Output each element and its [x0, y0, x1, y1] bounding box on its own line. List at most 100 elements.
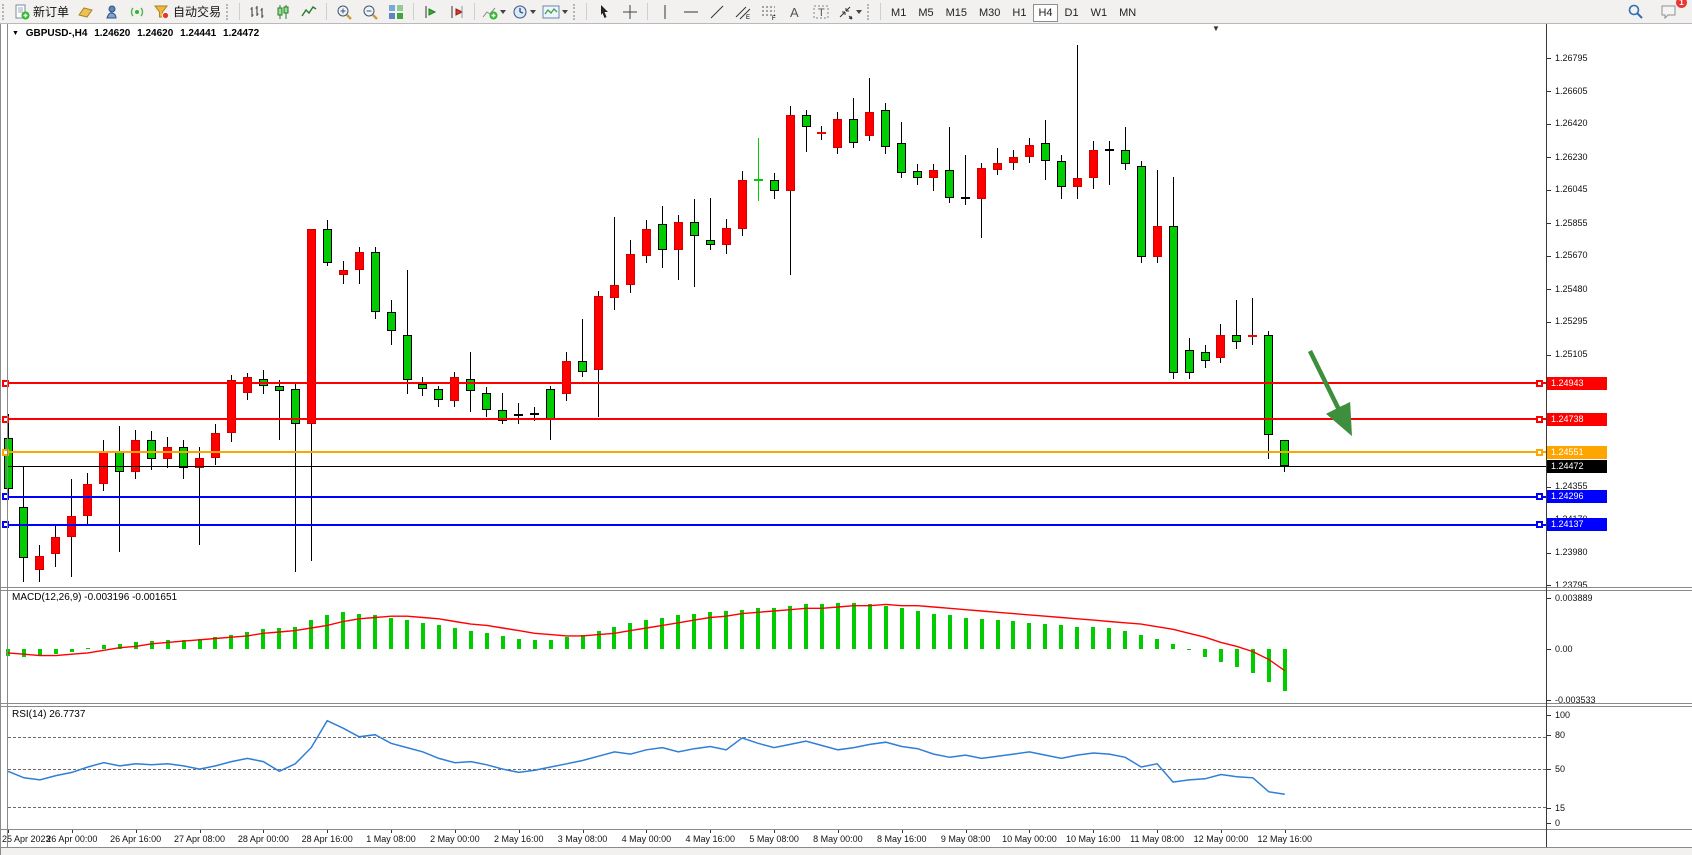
macd-histogram-bar [964, 618, 968, 649]
macd-histogram-bar [996, 620, 1000, 649]
candle-doji [961, 197, 970, 199]
time-tick [391, 830, 392, 833]
text-button[interactable]: A [782, 1, 808, 23]
ohlc-open: 1.24620 [94, 28, 130, 39]
line-anchor-marker[interactable] [1536, 449, 1543, 456]
panel-splitter[interactable] [0, 706, 1692, 707]
toolbar-drag-handle[interactable] [573, 4, 580, 20]
candle-body [706, 240, 715, 245]
candle-body [1280, 440, 1289, 466]
candle-chart-button[interactable] [270, 1, 296, 23]
horizontal-level-line[interactable] [8, 524, 1546, 526]
macd-histogram-bar [1155, 639, 1159, 649]
time-tick [646, 830, 647, 833]
tile-windows-button[interactable] [383, 1, 409, 23]
indicators-button[interactable] [479, 1, 509, 23]
zoom-in-button[interactable] [331, 1, 357, 23]
candle-body [1216, 335, 1225, 358]
candle-doji [1105, 149, 1114, 151]
timeframe-mn[interactable]: MN [1114, 4, 1141, 22]
panel-splitter[interactable] [0, 590, 1692, 591]
zoom-out-button[interactable] [357, 1, 383, 23]
crosshair-button[interactable] [617, 1, 643, 23]
time-tick-label: 26 Apr 00:00 [46, 834, 97, 844]
macd-histogram-bar [1091, 627, 1095, 649]
channel-button[interactable]: E [730, 1, 756, 23]
timeframe-m1[interactable]: M1 [886, 4, 911, 22]
price-axis-line [1546, 24, 1547, 847]
rsi-axis-label: 0 [1555, 818, 1560, 828]
price-tick-label: 1.26230 [1555, 152, 1588, 162]
candle-body [35, 556, 44, 570]
trend-arrow-annotation[interactable] [1310, 351, 1348, 428]
candle-body [674, 222, 683, 250]
auto-trading-button[interactable]: 自动交易 [150, 1, 224, 23]
search-button[interactable] [1622, 1, 1648, 23]
timeframe-m5[interactable]: M5 [913, 4, 938, 22]
candle-body [482, 393, 491, 411]
line-anchor-marker[interactable] [1536, 380, 1543, 387]
chart-left-border [7, 24, 8, 847]
vertical-line-icon [658, 4, 672, 20]
market-watch-button[interactable] [72, 1, 98, 23]
window-left-edge [0, 23, 1, 855]
macd-histogram-bar [341, 612, 345, 649]
time-tick-label: 2 May 16:00 [494, 834, 544, 844]
time-tick [710, 830, 711, 833]
title-dropdown-icon[interactable]: ▼ [12, 30, 19, 37]
panel-splitter[interactable] [0, 587, 1692, 588]
signals-button[interactable] [124, 1, 150, 23]
toolbar-separator [239, 3, 240, 20]
profile-button[interactable] [98, 1, 124, 23]
toolbar: 新订单 自动交易 [0, 0, 1692, 24]
horizontal-level-line[interactable] [8, 382, 1546, 384]
toolbar-drag-handle[interactable] [226, 4, 233, 20]
chart-shift-button[interactable] [444, 1, 470, 23]
horizontal-line-button[interactable] [678, 1, 704, 23]
macd-histogram-bar [389, 618, 393, 649]
chart-shift-marker[interactable]: ▼ [1212, 24, 1220, 33]
timeframe-m15[interactable]: M15 [941, 4, 972, 22]
line-anchor-marker[interactable] [1536, 521, 1543, 528]
trendline-button[interactable] [704, 1, 730, 23]
zoom-out-icon [362, 4, 379, 20]
timeframe-w1[interactable]: W1 [1086, 4, 1113, 22]
periods-button[interactable] [509, 1, 539, 23]
notifications-button[interactable]: 1 [1656, 1, 1682, 23]
new-order-button[interactable]: 新订单 [11, 1, 72, 23]
time-tick [200, 830, 201, 833]
fibonacci-button[interactable]: F [756, 1, 782, 23]
auto-trading-label: 自动交易 [173, 3, 221, 20]
polyline-icon [301, 4, 317, 20]
horizontal-level-line[interactable] [8, 418, 1546, 420]
line-anchor-marker[interactable] [1536, 493, 1543, 500]
macd-histogram-bar [628, 623, 632, 649]
line-chart-button[interactable] [296, 1, 322, 23]
macd-histogram-bar [1203, 649, 1207, 657]
candle-body [275, 386, 284, 391]
equidistant-channel-icon: E [734, 4, 752, 20]
auto-scroll-button[interactable] [418, 1, 444, 23]
arrows-button[interactable] [834, 1, 865, 23]
timeframe-d1[interactable]: D1 [1060, 4, 1084, 22]
horizontal-level-line[interactable] [8, 496, 1546, 498]
templates-button[interactable] [539, 1, 571, 23]
timeframe-m30[interactable]: M30 [974, 4, 1005, 22]
candle-body [881, 110, 890, 147]
toolbar-drag-handle[interactable] [867, 4, 874, 20]
horizontal-level-line[interactable] [8, 451, 1546, 453]
macd-histogram-bar [708, 612, 712, 649]
timeframe-h1[interactable]: H1 [1007, 4, 1031, 22]
timeframe-h4[interactable]: H4 [1033, 4, 1057, 22]
panel-splitter[interactable] [0, 703, 1692, 704]
line-anchor-marker[interactable] [1536, 416, 1543, 423]
price-level-badge: 1.24296 [1547, 490, 1607, 503]
toolbar-drag-handle[interactable] [2, 4, 9, 20]
macd-values: -0.003196 -0.001651 [84, 592, 177, 603]
clock-icon [512, 4, 528, 20]
macd-histogram-bar [54, 649, 58, 654]
bar-chart-button[interactable] [244, 1, 270, 23]
vertical-line-button[interactable] [652, 1, 678, 23]
cursor-button[interactable] [591, 1, 617, 23]
text-label-button[interactable]: T [808, 1, 834, 23]
